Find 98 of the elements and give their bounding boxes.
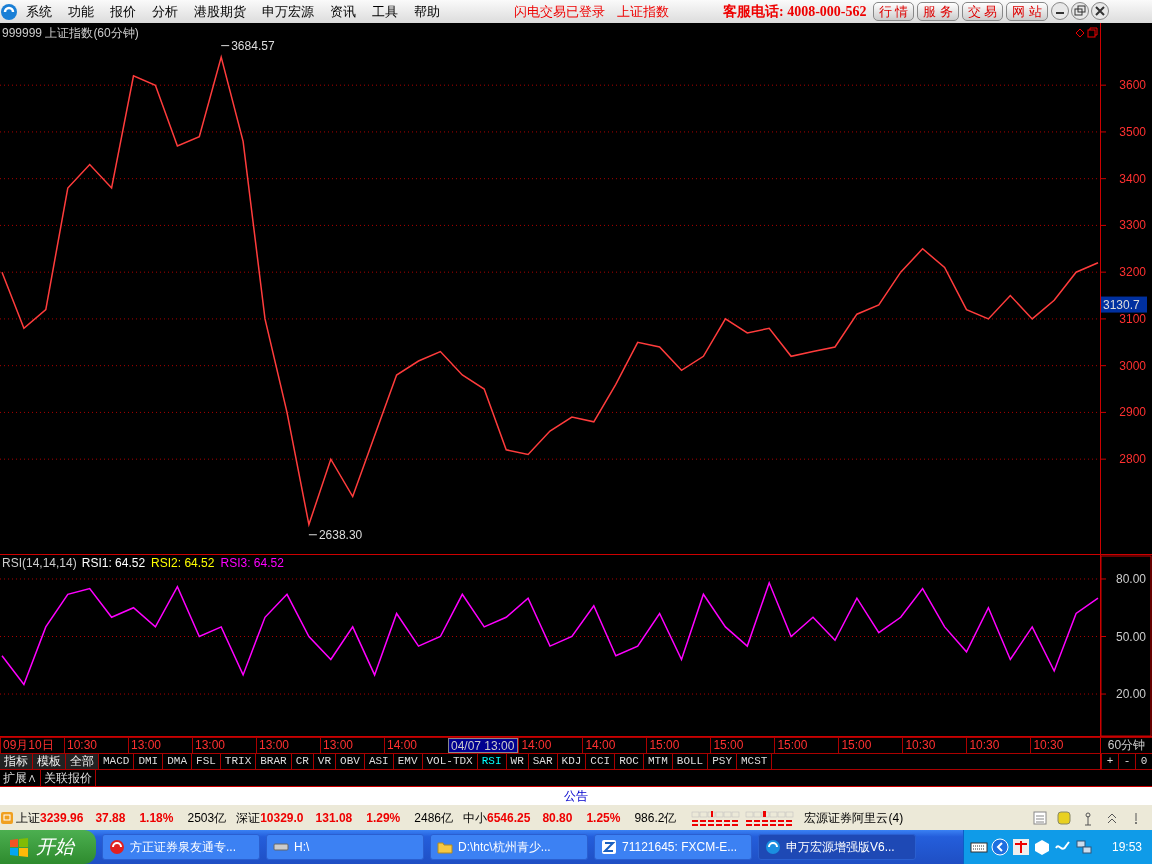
status-text: 上证指数 (616, 3, 670, 21)
price-annotation: 2638.30 (308, 527, 363, 542)
time-label: 13:00 (320, 738, 384, 753)
menu-tab[interactable]: 模板 (33, 754, 66, 769)
axis-label: 20.00 (1115, 687, 1146, 702)
index-price: 10329.0 (260, 809, 304, 827)
price-tag: 3130.7 (1101, 296, 1147, 313)
legend-item: RSI1: 64.52 (81, 556, 146, 570)
time-label: 15:00 (838, 738, 903, 753)
index-change: 37.88 (95, 809, 126, 827)
menu-item[interactable]: 帮助 (406, 0, 448, 23)
legend-item: RSI2: 64.52 (151, 556, 215, 570)
axis-label: 3600 (1119, 78, 1146, 93)
time-label: 10:30 (64, 738, 128, 753)
axis-label: 3300 (1119, 218, 1146, 233)
status-text: 闪电交易已登录 (513, 3, 606, 21)
axis-label: 3400 (1119, 171, 1146, 186)
menu-tab[interactable]: 全部 (66, 754, 99, 769)
menu-tab[interactable]: 指标 (0, 754, 33, 769)
index-name: 深证 (236, 809, 261, 827)
menu-item[interactable]: 分析 (144, 0, 186, 23)
price-annotation: 3684.57 (220, 38, 275, 53)
z-logo-icon (601, 839, 617, 855)
restore-icon (1087, 27, 1098, 38)
app-logo-icon (765, 839, 781, 855)
network-icon[interactable] (1074, 838, 1093, 856)
axis-label: 50.00 (1115, 629, 1146, 644)
legend-item: RSI3: 64.52 (220, 556, 284, 570)
app-logo-icon[interactable] (0, 2, 18, 21)
taskbar-button[interactable]: 71121645: FXCM-E... (594, 834, 752, 860)
axis-label: 3000 (1119, 358, 1146, 373)
swirl-icon (109, 839, 125, 855)
time-label: 13:00 (192, 738, 256, 753)
panel-tab[interactable]: 扩展∧ (0, 770, 41, 786)
time-label: 14:00 (518, 738, 583, 753)
restore-icon[interactable] (1071, 1, 1091, 22)
cube-icon[interactable] (1032, 838, 1051, 856)
axis-label: 2800 (1119, 452, 1146, 467)
index-name: 中小 (463, 809, 487, 827)
axis-label: 2900 (1119, 405, 1146, 420)
notice-link[interactable]: 公告 (0, 787, 1152, 805)
menu-item[interactable]: 工具 (364, 0, 406, 23)
axis-label: 3500 (1119, 124, 1146, 139)
index-volume: 986.2亿 (634, 809, 677, 827)
taskbar-button[interactable]: 方正证券泉友通专... (102, 834, 260, 860)
time-label: 10:30 (966, 738, 1031, 753)
index-volume: 2486亿 (414, 809, 453, 827)
folder-icon (437, 839, 453, 855)
chart-title: 999999 上证指数(60分钟) (2, 26, 139, 40)
index-volume: 2503亿 (187, 809, 227, 827)
windows-logo-icon (8, 837, 30, 857)
time-label: 13:00 (128, 738, 192, 753)
start-button[interactable]: 开始 (0, 830, 96, 864)
cursor-time-label: 04/07 13:00 (448, 738, 519, 753)
axis-label: 3100 (1119, 311, 1146, 326)
clock-text: 19:53 (1111, 839, 1142, 856)
index-percent: 1.25% (586, 809, 621, 827)
axis-label: 80.00 (1115, 571, 1146, 586)
menu-item[interactable]: 功能 (60, 0, 102, 23)
menu-item[interactable]: 资讯 (322, 0, 364, 23)
time-label: 15:00 (774, 738, 839, 753)
menu-item[interactable]: 报价 (102, 0, 144, 23)
time-label: 13:00 (256, 738, 320, 753)
index-change: 131.08 (315, 809, 353, 827)
menu-item[interactable]: 申万宏源 (254, 0, 322, 23)
toolbar-button[interactable]: 服 务 (917, 2, 959, 21)
index-price: 3239.96 (40, 809, 84, 827)
server-label: 宏源证券阿里云(4) (804, 809, 904, 827)
menu-item[interactable]: 系统 (18, 0, 60, 23)
toolbar-button[interactable]: 交 易 (961, 2, 1004, 21)
axis-label: 3200 (1119, 265, 1146, 280)
document-icon[interactable] (1032, 809, 1048, 826)
index-price: 6546.25 (487, 809, 531, 827)
diamond-icon (1075, 28, 1085, 38)
minimize-icon[interactable] (1051, 1, 1071, 22)
hotline-text: 客服电话: 4008-000-562 (723, 3, 867, 21)
close-icon[interactable] (1091, 1, 1111, 22)
time-label: 10:30 (1030, 738, 1095, 753)
index-percent: 1.18% (139, 809, 174, 827)
time-label: 15:00 (646, 738, 711, 753)
back-icon[interactable] (990, 838, 1009, 856)
toolbar-button[interactable]: 行 情 (872, 2, 915, 21)
time-label: 10:30 (902, 738, 967, 753)
taskbar-button[interactable]: D:\htc\杭州青少... (430, 834, 588, 860)
time-label: 15:00 (710, 738, 775, 753)
taskbar-button[interactable]: 申万宏源增强版V6... (758, 834, 916, 860)
index-percent: 1.29% (366, 809, 401, 827)
taskbar-button[interactable]: H:\ (266, 834, 424, 860)
menu-item[interactable]: 港股期货 (186, 0, 254, 23)
toolbar-button[interactable]: 网 站 (1006, 2, 1048, 21)
chart-title: RSI(14,14,14) (2, 556, 77, 570)
index-change: 80.80 (542, 809, 573, 827)
time-label: 14:00 (582, 738, 647, 753)
index-name: 上证 (16, 809, 40, 827)
flag-icon[interactable] (1011, 838, 1030, 856)
coin-icon[interactable] (1056, 809, 1072, 826)
time-label: 09月10日 (0, 738, 64, 753)
panel-tab[interactable]: 关联报价 (41, 770, 96, 786)
